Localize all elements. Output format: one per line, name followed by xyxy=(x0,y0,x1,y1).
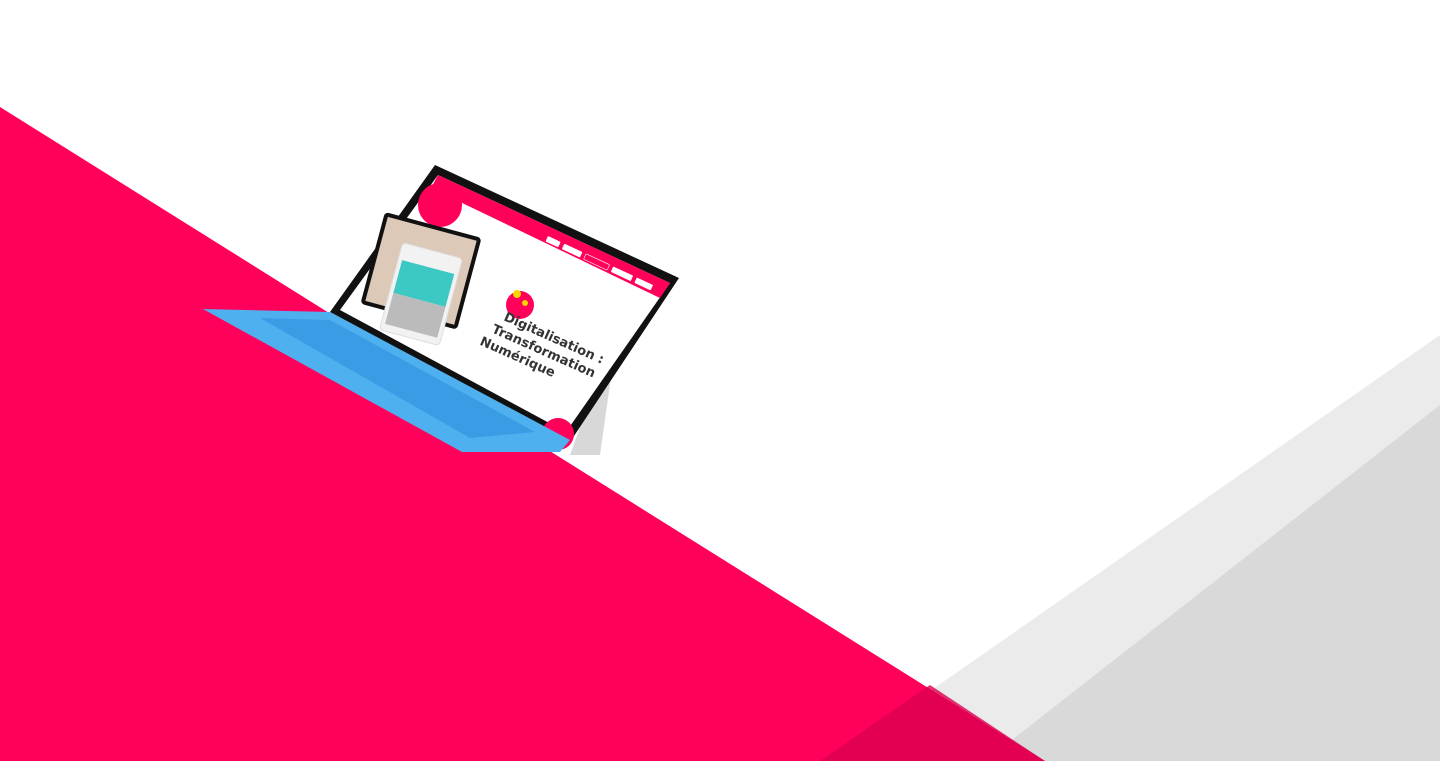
screen-pink-circle xyxy=(418,183,462,227)
hero-background: Digitalisation : Transformation Numériqu… xyxy=(0,107,1440,761)
